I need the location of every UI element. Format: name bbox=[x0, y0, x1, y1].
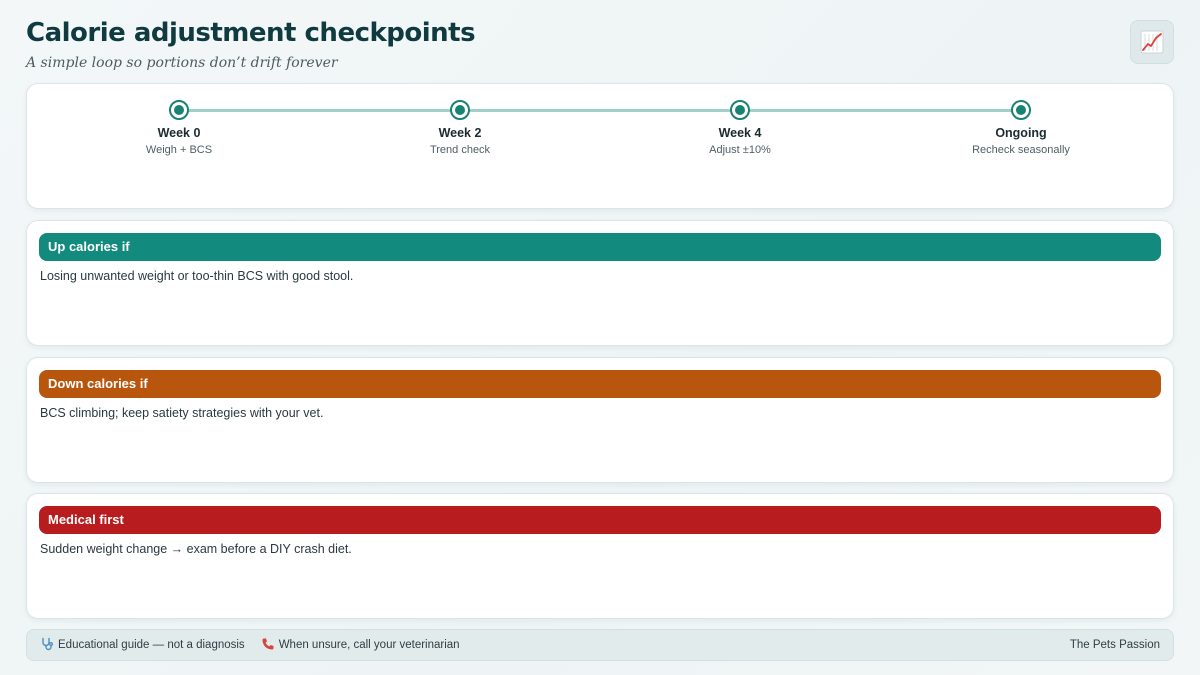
timeline-dot-icon bbox=[730, 100, 750, 120]
timeline-step-label: Ongoing bbox=[995, 126, 1047, 140]
medical-first-heading: Medical first bbox=[39, 506, 1161, 534]
stethoscope-icon bbox=[40, 637, 54, 653]
timeline-dot-icon bbox=[450, 100, 470, 120]
medical-first-card: Medical first Sudden weight change → exa… bbox=[26, 493, 1174, 619]
timeline-card: Week 0 Weigh + BCS Week 2 Trend check We… bbox=[26, 83, 1174, 209]
phone-icon bbox=[261, 637, 275, 653]
timeline-step-week-4: Week 4 Adjust ±10% bbox=[640, 100, 840, 156]
timeline-step-description: Trend check bbox=[429, 144, 491, 156]
timeline-dot-icon bbox=[1011, 100, 1031, 120]
down-calories-heading: Down calories if bbox=[39, 370, 1161, 398]
timeline-step-label: Week 4 bbox=[718, 126, 762, 140]
timeline-dot-icon bbox=[169, 100, 189, 120]
chart-increasing-icon bbox=[1130, 20, 1174, 64]
timeline-step-description: Weigh + BCS bbox=[145, 144, 213, 156]
up-calories-heading: Up calories if bbox=[39, 233, 1161, 261]
call-vet-note: When unsure, call your veterinarian bbox=[261, 630, 460, 660]
timeline-step-label: Week 0 bbox=[157, 126, 201, 140]
timeline-step-week-0: Week 0 Weigh + BCS bbox=[79, 100, 279, 156]
up-calories-text: Losing unwanted weight or too-thin BCS w… bbox=[40, 269, 354, 283]
timeline-step-description: Recheck seasonally bbox=[972, 144, 1070, 156]
timeline-step-description: Adjust ±10% bbox=[709, 144, 771, 156]
disclaimer-note: Educational guide — not a diagnosis bbox=[40, 630, 245, 660]
page-subtitle: A simple loop so portions don’t drift fo… bbox=[26, 55, 338, 71]
timeline-step-week-2: Week 2 Trend check bbox=[360, 100, 560, 156]
timeline-track bbox=[179, 109, 1022, 112]
down-calories-card: Down calories if BCS climbing; keep sati… bbox=[26, 357, 1174, 483]
brand-name: The Pets Passion bbox=[1069, 639, 1160, 651]
medical-first-text: Sudden weight change → exam before a DIY… bbox=[40, 542, 352, 556]
up-calories-card: Up calories if Losing unwanted weight or… bbox=[26, 220, 1174, 346]
timeline-step-ongoing: Ongoing Recheck seasonally bbox=[921, 100, 1121, 156]
disclaimer-text: Educational guide — not a diagnosis bbox=[58, 639, 245, 651]
page-title: Calorie adjustment checkpoints bbox=[26, 18, 476, 48]
timeline-step-label: Week 2 bbox=[438, 126, 482, 140]
footer-bar: Educational guide — not a diagnosis When… bbox=[26, 629, 1174, 661]
down-calories-text: BCS climbing; keep satiety strategies wi… bbox=[40, 406, 324, 420]
call-vet-text: When unsure, call your veterinarian bbox=[278, 639, 460, 651]
